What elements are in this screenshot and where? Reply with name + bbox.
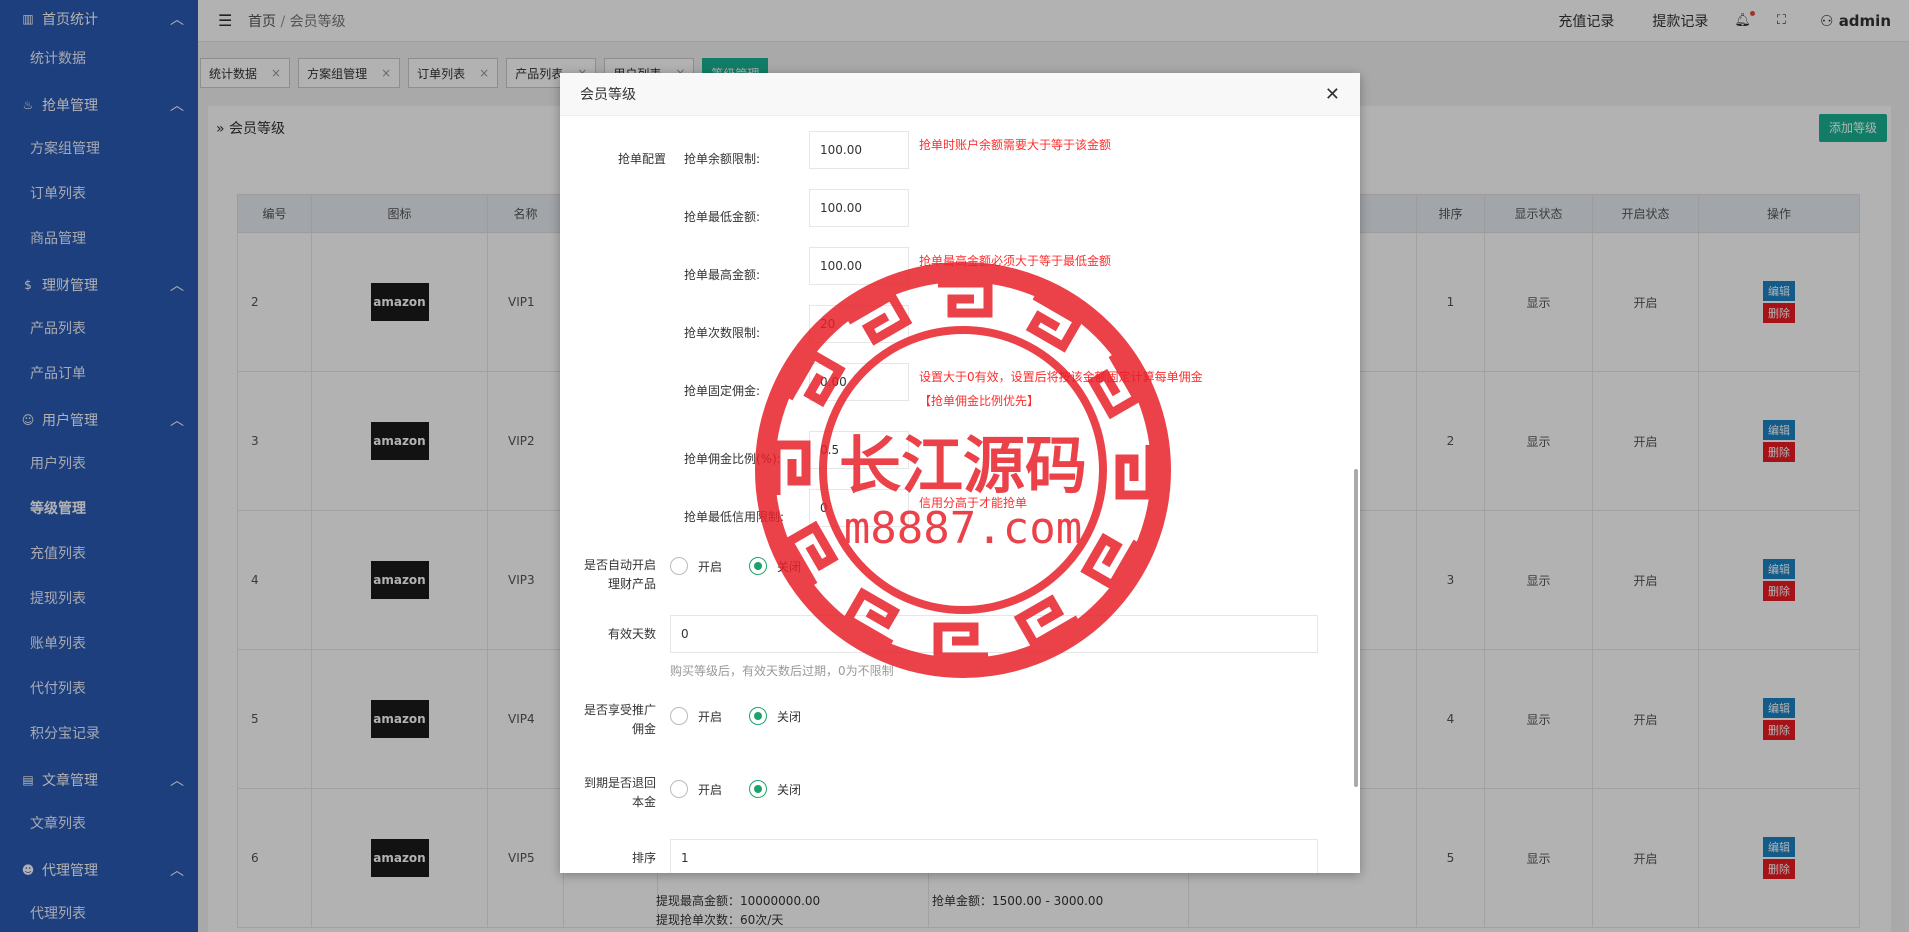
promo-off-radio[interactable]: 关闭 [749, 707, 801, 725]
max-amount-label: 抢单最高金额: [684, 268, 761, 282]
commission-ratio-label: 抢单佣金比例(%): [684, 452, 781, 466]
close-icon[interactable]: ✕ [1325, 84, 1340, 105]
min-amount-input[interactable]: 100.00 [809, 189, 909, 227]
max-amount-input[interactable]: 100.00 [809, 247, 909, 285]
auto-finance-label: 是否自动开启 理财产品 [583, 558, 656, 591]
radio-circle-checked [749, 557, 767, 575]
max-amount-note: 抢单最高金额必须大于等于最低金额 [919, 254, 1112, 268]
min-credit-label: 抢单最低信用限制: [684, 510, 785, 524]
balance-limit-input[interactable]: 100.00 [809, 131, 909, 169]
auto-finance-on-radio[interactable]: 开启 [670, 557, 722, 575]
modal-title: 会员等级 [580, 87, 636, 103]
modal-header: 会员等级 ✕ [560, 73, 1360, 116]
balance-limit-label: 抢单余额限制: [684, 152, 761, 166]
section-label: 抢单配置 [617, 152, 666, 166]
count-limit-input[interactable]: 20 [809, 305, 909, 343]
modal-body: 抢单配置 抢单余额限制: 100.00 抢单时账户余额需要大于等于该金额 抢单最… [560, 116, 1360, 873]
count-limit-label: 抢单次数限制: [684, 326, 761, 340]
radio-circle-checked [749, 780, 767, 798]
radio-circle [670, 557, 688, 575]
fixed-commission-note-2: 【抢单佣金比例优先】 [919, 394, 1040, 408]
radio-circle [670, 780, 688, 798]
auto-finance-off-radio[interactable]: 关闭 [749, 557, 801, 575]
valid-days-help: 购买等级后，有效天数后过期，0为不限制 [670, 664, 894, 678]
promo-on-radio[interactable]: 开启 [670, 707, 722, 725]
valid-days-label: 有效天数 [607, 627, 656, 641]
level-modal: 会员等级 ✕ 抢单配置 抢单余额限制: 100.00 抢单时账户余额需要大于等于… [560, 73, 1360, 873]
fixed-commission-note: 设置大于0有效，设置后将按该金额固定计算每单佣金 [919, 370, 1203, 384]
fixed-commission-label: 抢单固定佣金: [684, 384, 761, 398]
fixed-commission-input[interactable]: 0.00 [809, 363, 909, 401]
radio-circle [670, 707, 688, 725]
promo-commission-label: 是否享受推广 佣金 [583, 703, 656, 736]
min-amount-label: 抢单最低金额: [684, 210, 761, 224]
radio-circle-checked [749, 707, 767, 725]
refund-on-radio[interactable]: 开启 [670, 780, 722, 798]
refund-off-radio[interactable]: 关闭 [749, 780, 801, 798]
refund-principal-label: 到期是否退回 本金 [583, 776, 656, 809]
modal-scrollbar[interactable] [1354, 469, 1358, 787]
min-credit-input[interactable]: 0 [809, 489, 909, 527]
balance-limit-note: 抢单时账户余额需要大于等于该金额 [919, 138, 1112, 152]
min-credit-note: 信用分高于才能抢单 [919, 496, 1028, 510]
valid-days-input[interactable]: 0 [670, 615, 1318, 653]
commission-ratio-input[interactable]: 0.5 [809, 431, 909, 469]
sort-label: 排序 [631, 851, 656, 865]
sort-input[interactable]: 1 [670, 839, 1318, 873]
